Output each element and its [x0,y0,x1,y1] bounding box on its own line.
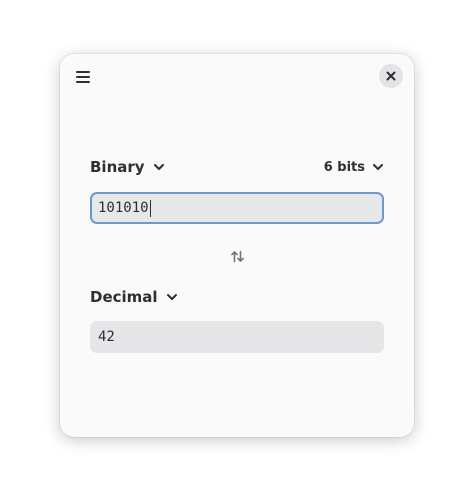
app-window: Binary 6 bits 101010 Decimal 42 [60,54,414,437]
close-icon [386,71,396,81]
chevron-down-icon [166,294,177,300]
input-type-label: Binary [90,158,145,176]
output-header-row: Decimal [90,288,384,306]
output-type-dropdown[interactable]: Decimal [90,288,178,306]
output-value-field[interactable]: 42 [90,321,384,353]
main-menu-button[interactable] [70,64,96,90]
swap-vertical-arrows-icon [230,250,244,262]
close-button[interactable] [379,64,403,88]
swap-button[interactable] [228,247,246,265]
text-cursor [149,199,151,217]
menu-line [76,71,90,73]
bit-width-label: 6 bits [323,159,365,175]
input-value-text: 101010 [98,200,149,216]
chevron-down-icon [373,164,383,170]
bit-width-dropdown[interactable]: 6 bits [324,160,384,175]
menu-line [76,81,90,83]
menu-line [76,76,90,78]
chevron-down-icon [153,164,164,170]
output-type-label: Decimal [90,288,158,306]
input-type-dropdown[interactable]: Binary [90,158,165,176]
output-value-text: 42 [98,329,115,345]
input-value-field[interactable]: 101010 [90,192,384,224]
input-header-row: Binary 6 bits [90,158,384,176]
